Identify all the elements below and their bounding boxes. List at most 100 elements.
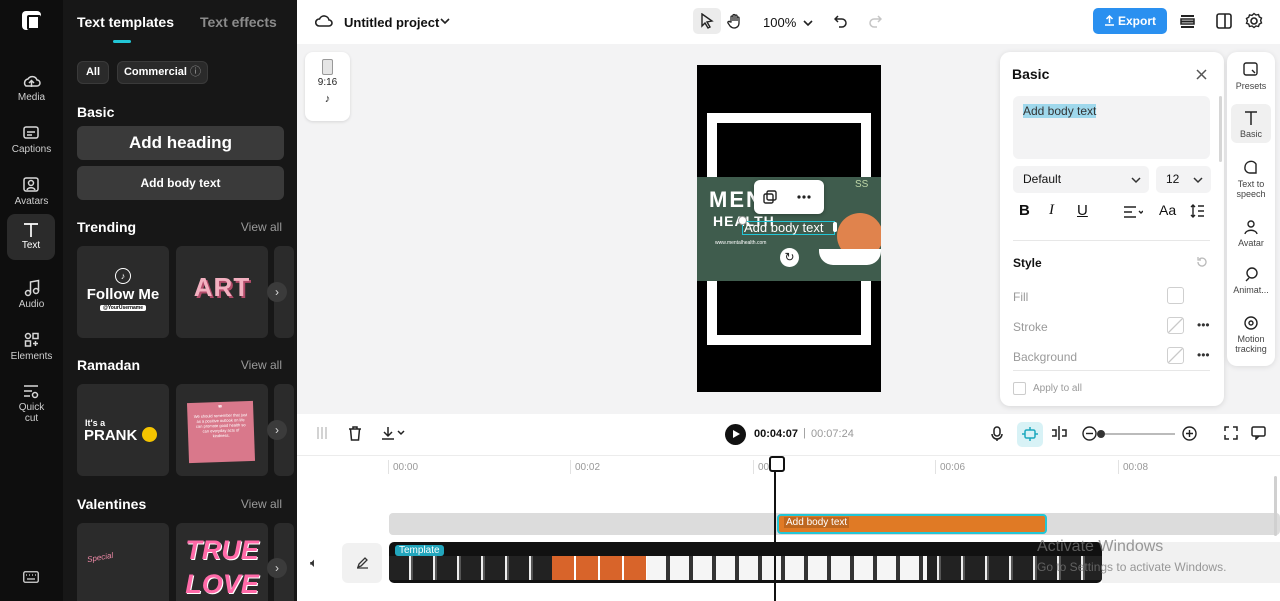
nav-item-audio[interactable]: Audio [0,273,63,319]
close-icon[interactable] [1196,69,1207,80]
template-prank[interactable]: It's a PRANK [77,384,169,476]
font-family-select[interactable]: Default [1013,166,1149,193]
cloud-icon[interactable] [315,13,333,29]
rtool-basic[interactable]: Basic [1231,104,1271,143]
ramadan-next-arrow[interactable]: › [267,420,287,440]
delete-trash-icon[interactable] [348,426,362,441]
playhead[interactable] [769,456,785,601]
download-icon[interactable] [381,426,405,440]
tab-text-effects[interactable]: Text effects [200,14,277,30]
zoom-level[interactable]: 100% [763,15,813,30]
template-ramadan-quote[interactable]: ❞ We should remember that just as a posi… [176,384,268,476]
font-size-select[interactable]: 12 [1156,166,1211,193]
valentines-view-all-link[interactable]: View all [241,497,282,511]
template-true-love[interactable]: TRUE LOVE [176,523,268,601]
chevron-down-icon[interactable] [440,17,450,25]
filter-all-chip[interactable]: All [77,61,109,84]
template-art[interactable]: ART [176,246,268,338]
cursor-icon [701,12,714,29]
play-button[interactable] [725,424,746,445]
keyboard-icon[interactable] [23,571,39,583]
split-view-icon[interactable] [1051,426,1067,440]
props-scrollbar[interactable] [1219,96,1222,162]
settings-gear-icon[interactable] [1245,12,1263,30]
underline-icon[interactable]: U [1077,202,1088,219]
rtool-motion-tracking[interactable]: Motion tracking [1227,315,1275,354]
add-heading-button[interactable]: Add heading [77,126,284,160]
background-more-icon[interactable]: ••• [1197,348,1210,362]
rtool-avatar[interactable]: Avatar [1227,219,1275,248]
timeline-zoom-track[interactable] [1105,433,1175,435]
duplicate-icon[interactable] [763,190,777,204]
apply-all-checkbox[interactable] [1013,382,1026,395]
app-logo-icon[interactable] [22,11,41,30]
ramadan-view-all-link[interactable]: View all [241,358,282,372]
frame-more-icon[interactable]: ••• [849,111,861,121]
video-clip[interactable]: Template [389,542,1102,583]
stroke-color-swatch[interactable] [1167,317,1184,334]
tab-text-templates[interactable]: Text templates [77,14,174,30]
align-icon[interactable] [1123,206,1143,218]
italic-icon[interactable]: I [1049,202,1054,219]
nav-item-avatars[interactable]: Avatars [0,170,63,216]
rtool-presets[interactable]: Presets [1227,62,1275,91]
nav-item-quick-cut[interactable]: Quick cut [0,376,63,426]
nav-item-media[interactable]: Media [0,66,63,112]
line-spacing-icon[interactable] [1190,204,1205,218]
redo-icon[interactable] [868,14,882,28]
rtool-avatar-label: Avatar [1238,238,1264,248]
banner-url: www.mentalhealth.com [715,240,767,246]
undo-icon[interactable] [834,14,848,28]
resize-handle-right[interactable] [833,222,837,232]
background-color-swatch[interactable] [1167,347,1184,364]
trending-view-all-link[interactable]: View all [241,220,282,234]
volume-icon[interactable]: 🔈︎ [310,555,318,571]
fullscreen-icon[interactable] [1224,426,1238,440]
feedback-icon[interactable] [1251,426,1266,440]
microphone-icon[interactable] [991,426,1003,442]
zoom-in-icon[interactable] [1182,426,1197,441]
auto-caption-toggle[interactable] [1017,422,1043,447]
text-content-input[interactable]: Add body text [1013,96,1210,159]
fill-color-swatch[interactable] [1167,287,1184,304]
video-preview[interactable]: MENTAL HEALTH www.mentalhealth.com SS Ad… [697,65,881,392]
edit-cover-button[interactable] [342,543,382,583]
canvas-body-text[interactable]: Add body text [744,220,824,235]
split-icon[interactable] [316,426,328,440]
bold-icon[interactable]: B [1019,202,1030,219]
project-title[interactable]: Untitled project [344,15,439,30]
zoom-out-icon[interactable] [1082,426,1097,441]
info-icon: ⓘ [190,66,202,78]
valentines-next-arrow[interactable]: › [267,558,287,578]
resize-handle-left[interactable] [738,216,747,225]
trending-next-arrow[interactable]: › [267,282,287,302]
template-special[interactable]: Special [77,523,169,601]
timeline-zoom-knob[interactable] [1097,430,1105,438]
rtool-basic-label: Basic [1239,129,1262,139]
nav-item-elements[interactable]: Elements [0,325,63,371]
text-clip[interactable]: Add body text [777,514,1047,534]
layout-icon[interactable] [1216,13,1232,29]
reset-style-icon[interactable] [1196,256,1208,268]
filter-commercial-chip[interactable]: Commercial ⓘ [117,61,208,84]
export-button[interactable]: Export [1093,8,1167,34]
rotate-handle-icon[interactable]: ↻ [780,248,799,267]
layers-icon[interactable] [1179,13,1196,30]
aspect-ratio-card[interactable]: 9:16 ♪ [305,52,350,121]
rtool-animation[interactable]: Animat... [1227,266,1275,295]
nav-label-captions: Captions [11,144,52,155]
more-options-icon[interactable] [797,195,811,199]
rtool-text-to-speech[interactable]: Text to speech [1227,160,1275,199]
add-body-text-button[interactable]: Add body text [77,166,284,200]
nav-label-elements: Elements [10,351,53,362]
text-case-icon[interactable]: Aa [1159,202,1176,218]
select-tool-button[interactable] [693,8,721,34]
hand-tool-button[interactable] [721,8,749,34]
stroke-more-icon[interactable]: ••• [1197,318,1210,332]
timeline-scrollbar[interactable] [1274,476,1277,536]
current-time: 00:04:07 [754,428,799,440]
nav-label-avatars: Avatars [14,196,49,207]
nav-item-captions[interactable]: Captions [0,118,63,164]
template-follow-me[interactable]: ♪ Follow Me @YourUsername [77,246,169,338]
nav-item-text[interactable]: Text [7,214,55,260]
